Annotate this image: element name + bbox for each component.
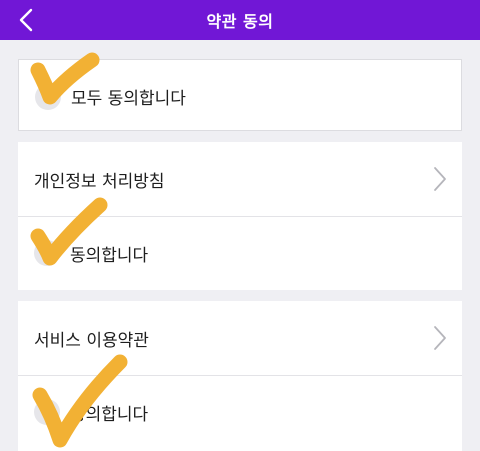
agree-label-privacy: 동의합니다	[70, 245, 149, 266]
terms-title-privacy: 개인정보 처리방침	[34, 171, 165, 192]
agree-all-label: 모두 동의합니다	[71, 88, 186, 109]
agree-label-service: 동의합니다	[70, 404, 149, 425]
header-bar: 약관 동의	[0, 0, 480, 40]
terms-title-service: 서비스 이용약관	[34, 330, 149, 351]
terms-card-privacy: 개인정보 처리방침 동의합니다	[18, 142, 462, 290]
terms-title-row-privacy[interactable]: 개인정보 처리방침	[18, 142, 462, 216]
terms-card-service: 서비스 이용약관 동의합니다	[18, 301, 462, 451]
chevron-left-icon[interactable]	[19, 8, 33, 32]
agree-all-card[interactable]: 모두 동의합니다	[18, 59, 462, 131]
chevron-right-icon[interactable]	[432, 165, 448, 193]
chevron-right-icon[interactable]	[432, 324, 448, 352]
terms-title-row-service[interactable]: 서비스 이용약관	[18, 301, 462, 375]
page-title: 약관 동의	[206, 12, 274, 31]
back-button[interactable]	[8, 0, 44, 40]
